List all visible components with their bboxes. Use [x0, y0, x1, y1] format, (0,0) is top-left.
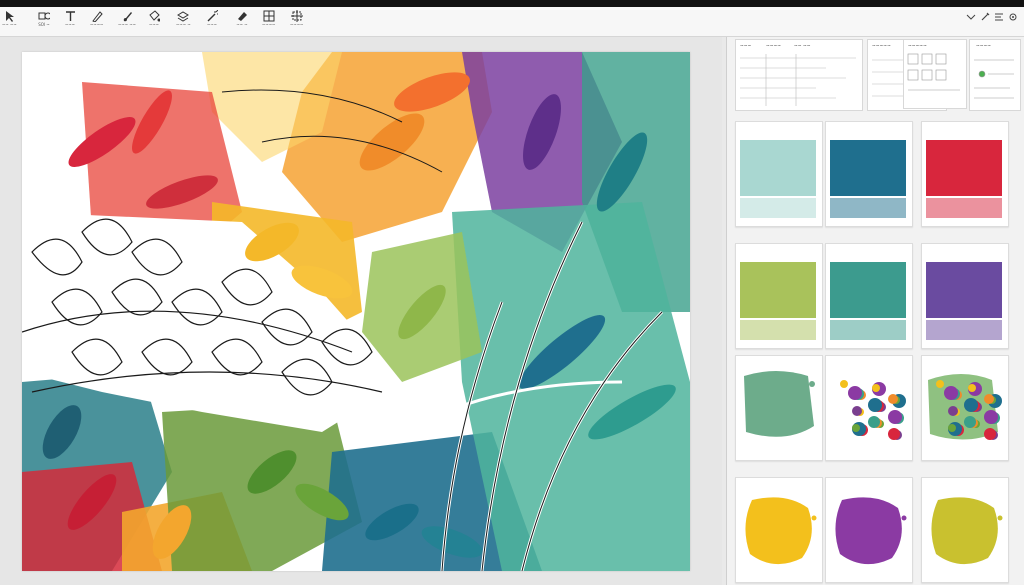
- align-icon[interactable]: [994, 12, 1004, 22]
- swatch-yellow[interactable]: [735, 477, 823, 583]
- swatch-paint: [835, 497, 907, 565]
- canvas-area: [0, 37, 722, 585]
- tool-label: ~~~~: [290, 22, 304, 27]
- tool-label: SOI ~: [38, 22, 50, 27]
- swatch-teal-blue[interactable]: [825, 121, 913, 227]
- tool-paint-button[interactable]: ~~~: [148, 10, 160, 34]
- swatch-paint: [830, 262, 906, 340]
- pencil-icon[interactable]: [980, 12, 990, 22]
- tool-shapes-button[interactable]: SOI ~: [38, 10, 50, 34]
- swatch-paint: [830, 140, 906, 218]
- props-grid-lines-3: [907, 53, 960, 91]
- swatch-sage[interactable]: [735, 355, 823, 461]
- tool-label: ~~ ~: [236, 22, 248, 27]
- grid-icon: [263, 10, 275, 22]
- tool-label: ~~~ ~~: [118, 22, 137, 27]
- swatch-paint: [745, 497, 817, 565]
- swatch-paint: [926, 262, 1002, 340]
- tool-text-button[interactable]: ~~~: [64, 10, 76, 34]
- dropdown-icon[interactable]: [966, 12, 976, 22]
- cursor-icon: [6, 11, 15, 22]
- swatch-paint: [928, 374, 1002, 440]
- settings-icon[interactable]: [1008, 12, 1018, 22]
- swatch-mint[interactable]: [735, 121, 823, 227]
- tool-label: ~~~: [148, 22, 160, 27]
- swatch-paint: [740, 140, 816, 218]
- layers-icon: [177, 11, 190, 22]
- tool-label: ~~~ ~: [176, 22, 191, 27]
- shapes-icon: [38, 12, 50, 20]
- tool-marker-button[interactable]: ~~ ~: [236, 10, 248, 34]
- toolbar: ~~ ~~ SOI ~ ~~~ ~~~~ ~~~ ~~ ~~~ ~~~ ~ ~~~ ~~ ~ ~~…: [0, 7, 1024, 37]
- swatch-violet[interactable]: [921, 243, 1009, 349]
- swatch-paint: [744, 371, 815, 437]
- tool-label: ~~~~: [262, 22, 276, 27]
- title-bar: [0, 0, 1024, 7]
- transform-icon: [290, 10, 303, 22]
- brush-icon: [123, 12, 133, 22]
- swatch-sea-green[interactable]: [825, 243, 913, 349]
- swatch-purple[interactable]: [825, 477, 913, 583]
- props-grid-lines-4: [974, 59, 1014, 99]
- marker-icon: [238, 12, 247, 21]
- right-panel: ~~~ ~~~~ ~~ ~~ ~~~~~ ~~~~~ ~~~~: [726, 37, 1024, 585]
- pen-icon: [91, 11, 103, 22]
- tool-label: ~~ ~~: [2, 22, 17, 27]
- paint-icon: [149, 10, 160, 22]
- properties-panel-1: ~~~ ~~~~ ~~ ~~: [735, 39, 863, 111]
- swatch-paint: [840, 380, 906, 440]
- swatch-paint: [740, 262, 816, 340]
- tool-label: ~~~: [206, 22, 218, 27]
- tool-magic-button[interactable]: ~~~: [206, 10, 218, 34]
- tool-transform-button[interactable]: ~~~~: [290, 10, 303, 34]
- toolbar-right: [966, 9, 1018, 25]
- tool-label: ~~~: [64, 22, 76, 27]
- properties-panel-4: ~~~~: [969, 39, 1021, 111]
- swatch-crimson[interactable]: [921, 121, 1009, 227]
- swatch-paint: [926, 140, 1002, 218]
- properties-panel-3: ~~~~~: [903, 39, 967, 109]
- swatch-multicolor[interactable]: [825, 355, 913, 461]
- swatch-green-mix[interactable]: [921, 355, 1009, 461]
- swatch-paint: [931, 497, 1003, 565]
- props-grid-lines: [740, 54, 856, 106]
- swatch-lime[interactable]: [735, 243, 823, 349]
- text-icon: [66, 11, 75, 21]
- tool-layers-button[interactable]: ~~~ ~: [176, 10, 191, 34]
- tool-label: ~~~~: [90, 22, 104, 27]
- swatch-olive[interactable]: [921, 477, 1009, 583]
- magic-wand-icon: [207, 10, 218, 22]
- tool-select-button[interactable]: ~~ ~~: [2, 10, 17, 34]
- tool-grid-button[interactable]: ~~~~: [262, 10, 275, 34]
- tool-pen-button[interactable]: ~~~~: [90, 10, 103, 34]
- tool-brush-button[interactable]: ~~~ ~~: [118, 10, 136, 34]
- botanical-illustration: [22, 52, 690, 571]
- artboard[interactable]: [22, 52, 690, 571]
